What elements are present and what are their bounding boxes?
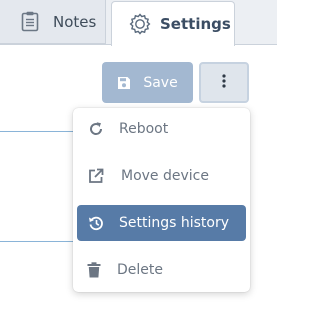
gear-icon bbox=[129, 13, 151, 35]
tab-bar: Notes Settings bbox=[0, 0, 277, 46]
menu-item-move-device[interactable]: Move device bbox=[77, 158, 246, 194]
menu-item-reboot[interactable]: Reboot bbox=[77, 111, 246, 147]
divider bbox=[235, 44, 277, 45]
clipboard-icon bbox=[19, 11, 41, 33]
tab-notes-label: Notes bbox=[53, 12, 97, 31]
refresh-icon bbox=[87, 120, 105, 138]
tab-settings[interactable]: Settings bbox=[111, 1, 235, 46]
trash-icon bbox=[85, 261, 103, 279]
more-actions-button[interactable] bbox=[199, 62, 249, 103]
history-icon bbox=[87, 214, 105, 232]
divider bbox=[0, 131, 76, 132]
menu-item-label: Delete bbox=[117, 262, 163, 278]
menu-item-label: Reboot bbox=[119, 121, 169, 137]
save-button-label: Save bbox=[143, 74, 178, 91]
menu-item-label: Move device bbox=[121, 168, 209, 184]
save-button[interactable]: Save bbox=[102, 62, 193, 103]
divider bbox=[0, 44, 111, 45]
floppy-disk-icon bbox=[117, 76, 131, 90]
menu-item-label: Settings history bbox=[119, 215, 230, 231]
tab-notes[interactable]: Notes bbox=[0, 0, 106, 44]
menu-item-delete[interactable]: Delete bbox=[77, 252, 246, 288]
vertical-ellipsis-icon bbox=[222, 73, 226, 92]
settings-panel: Notes Settings Save Reboot Move device S… bbox=[0, 0, 277, 322]
menu-item-settings-history[interactable]: Settings history bbox=[77, 205, 246, 241]
actions-menu: Reboot Move device Settings history Dele… bbox=[73, 108, 250, 292]
tab-settings-label: Settings bbox=[160, 15, 231, 33]
divider bbox=[0, 241, 76, 242]
external-link-icon bbox=[87, 167, 105, 185]
